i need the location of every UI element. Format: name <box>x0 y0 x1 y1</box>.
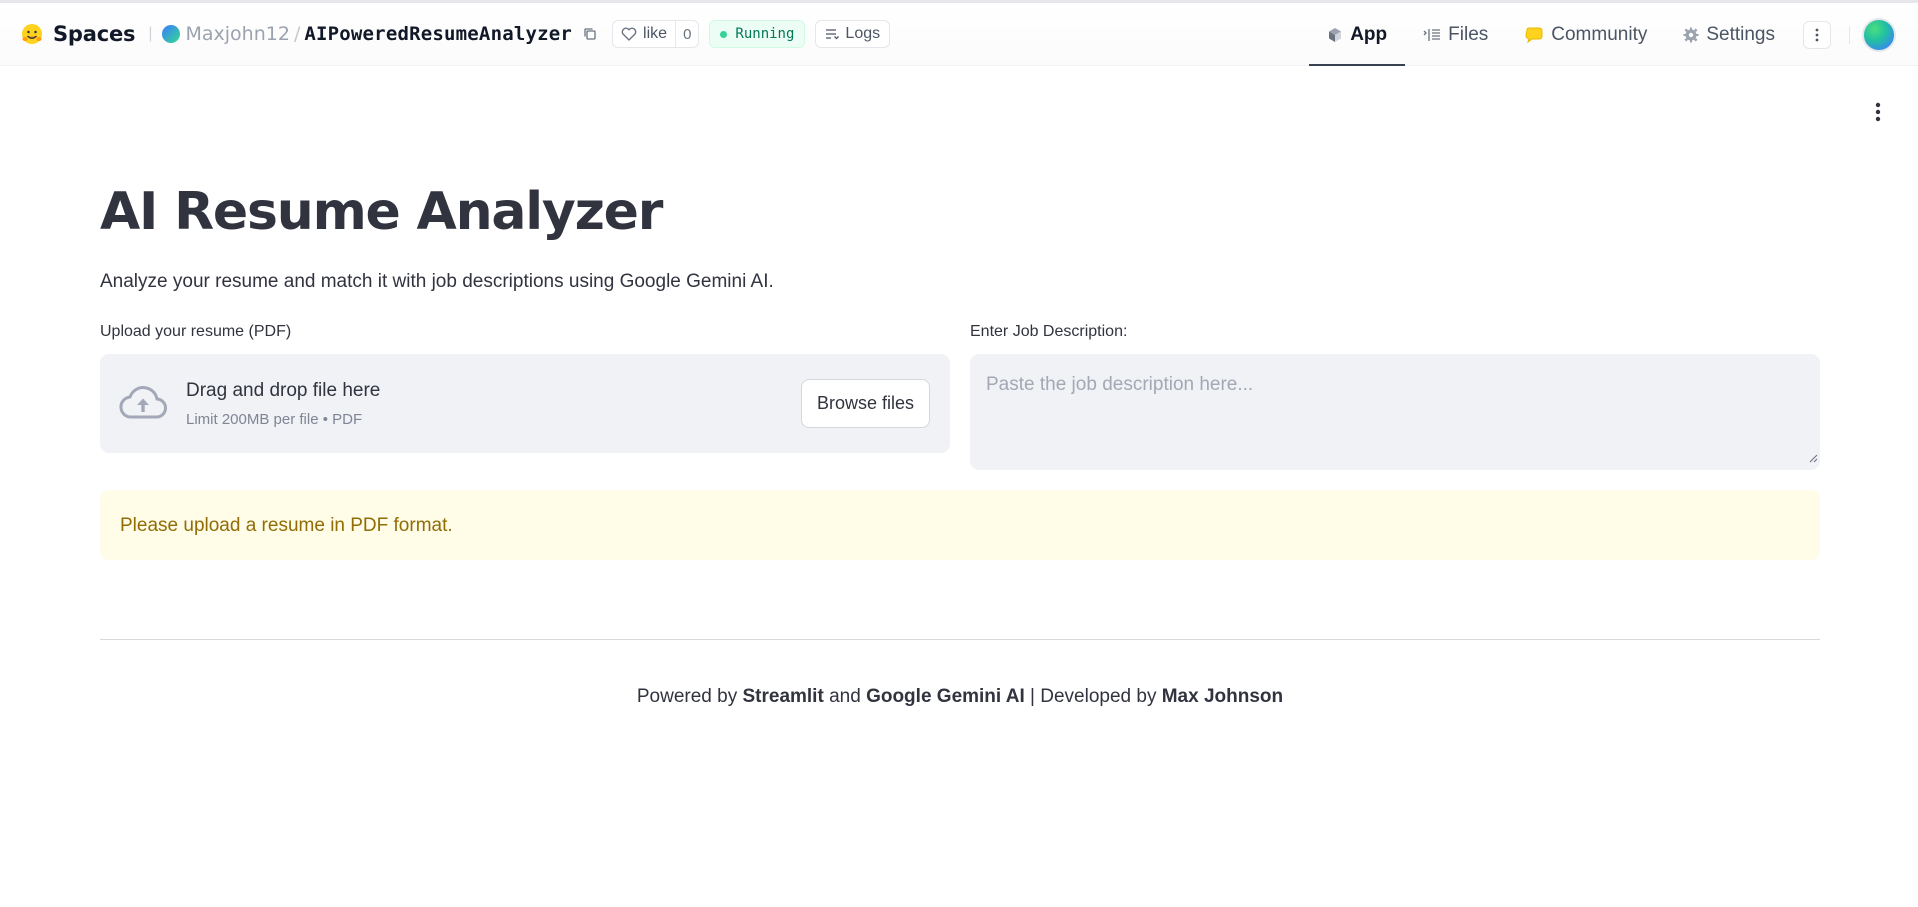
hugging-face-logo-icon[interactable] <box>19 21 45 47</box>
owner-avatar[interactable] <box>162 25 181 43</box>
status-badge[interactable]: Running <box>709 20 806 48</box>
like-button[interactable]: like 0 <box>612 20 700 48</box>
logs-button[interactable]: Logs <box>815 20 891 48</box>
status-dot-icon <box>720 30 728 38</box>
status-label: Running <box>735 26 795 42</box>
job-description-textarea[interactable]: Paste the job description here... <box>970 354 1820 470</box>
footer-gemini: Google Gemini AI <box>866 686 1025 707</box>
like-main[interactable]: like <box>613 21 675 47</box>
file-dropzone[interactable]: Drag and drop file here Limit 200MB per … <box>100 354 950 453</box>
warning-alert: Please upload a resume in PDF format. <box>100 490 1820 560</box>
tab-files-label: Files <box>1448 23 1489 45</box>
owner-link[interactable]: Maxjohn12 <box>185 23 289 45</box>
tab-settings[interactable]: Settings <box>1665 3 1793 66</box>
footer-powered-by: Powered by <box>636 686 743 707</box>
heart-icon <box>621 27 637 41</box>
tab-settings-label: Settings <box>1706 23 1775 45</box>
more-options-button[interactable] <box>1803 20 1831 49</box>
spaces-link[interactable]: Spaces <box>53 22 136 46</box>
resume-upload-section: Upload your resume (PDF) Drag and drop f… <box>100 322 950 453</box>
copy-icon[interactable] <box>581 25 599 43</box>
tab-app-label: App <box>1350 23 1388 45</box>
user-avatar[interactable] <box>1862 17 1896 52</box>
cloud-upload-icon <box>119 384 167 425</box>
path-separator: / <box>293 23 301 45</box>
job-description-label: Enter Job Description: <box>970 323 1128 340</box>
files-icon <box>1423 28 1441 41</box>
tab-app[interactable]: App <box>1309 3 1406 66</box>
warning-text: Please upload a resume in PDF format. <box>120 515 453 536</box>
dropzone-limit: Limit 200MB per file • PDF <box>186 411 363 428</box>
vertical-dots-icon <box>1815 28 1819 41</box>
page-subtitle: Analyze your resume and match it with jo… <box>100 271 774 292</box>
like-count[interactable]: 0 <box>675 21 698 47</box>
page-title: AI Resume Analyzer <box>100 182 663 242</box>
dropzone-instruction: Drag and drop file here <box>186 380 381 401</box>
tab-community-label: Community <box>1551 23 1648 45</box>
repo-link[interactable]: AIPoweredResumeAnalyzer <box>304 23 572 45</box>
resize-handle-icon[interactable] <box>1808 450 1818 468</box>
gear-icon <box>1683 27 1699 42</box>
logs-icon <box>826 29 840 40</box>
footer-author: Max Johnson <box>1161 686 1284 707</box>
browse-files-button[interactable]: Browse files <box>800 379 930 428</box>
footer-developed-by: | Developed by <box>1024 686 1162 707</box>
header-divider-right <box>1849 25 1850 44</box>
community-icon <box>1525 27 1543 43</box>
like-label: like <box>643 25 668 42</box>
tab-files[interactable]: Files <box>1405 3 1506 66</box>
top-header: Spaces | Maxjohn12 / AIPoweredResumeAnal… <box>0 0 1918 66</box>
app-main-menu-icon[interactable] <box>1866 100 1890 124</box>
footer-streamlit: Streamlit <box>742 686 824 707</box>
footer: Powered by Streamlit and Google Gemini A… <box>100 686 1820 708</box>
header-divider: | <box>148 25 153 42</box>
logs-label: Logs <box>845 25 881 42</box>
job-description-section: Enter Job Description: Paste the job des… <box>970 322 1820 470</box>
footer-divider <box>100 639 1820 640</box>
job-description-placeholder: Paste the job description here... <box>986 374 1254 395</box>
footer-and: and <box>823 686 867 707</box>
upload-label: Upload your resume (PDF) <box>100 323 292 340</box>
cube-icon <box>1329 27 1342 42</box>
tab-community[interactable]: Community <box>1506 3 1665 66</box>
